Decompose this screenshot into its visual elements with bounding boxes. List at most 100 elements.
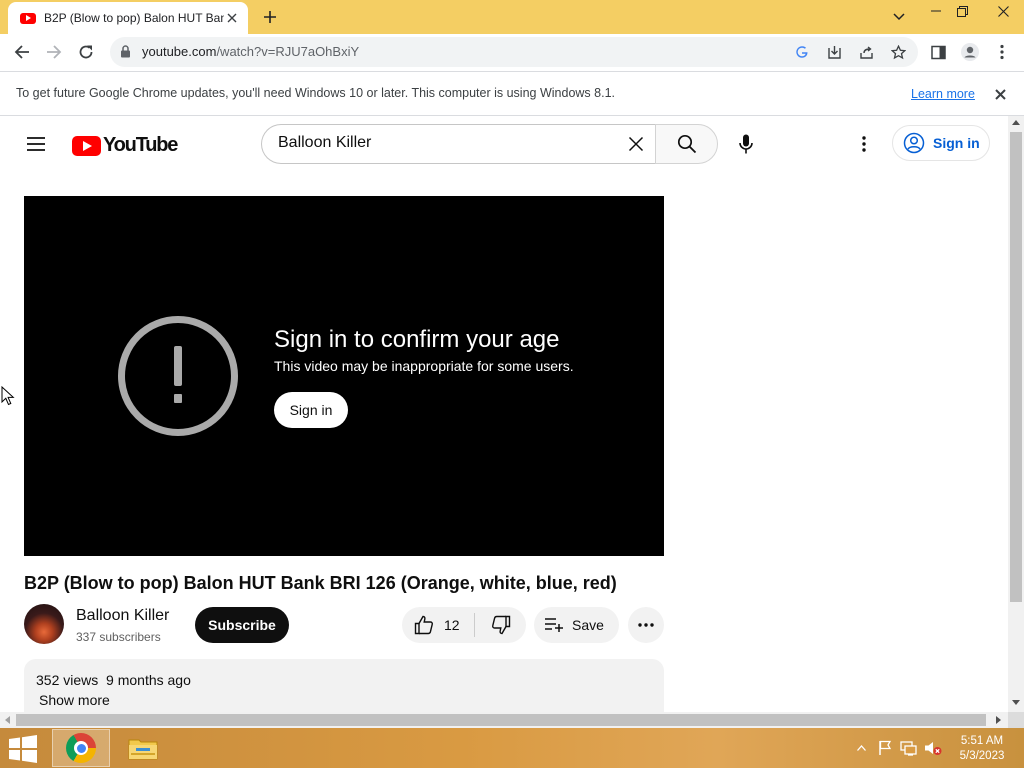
star-icon[interactable] xyxy=(888,42,908,62)
avatar[interactable] xyxy=(24,604,64,644)
window-close-button[interactable] xyxy=(982,0,1024,22)
search-icon xyxy=(677,134,696,154)
file-explorer-icon xyxy=(128,739,158,760)
side-panel-button[interactable] xyxy=(924,38,952,66)
channel-name[interactable]: Balloon Killer xyxy=(76,607,169,625)
scrollbar-corner xyxy=(1008,712,1024,728)
voice-search-button[interactable] xyxy=(728,126,764,162)
clock-date: 5/3/2023 xyxy=(959,750,1005,762)
back-arrow-icon xyxy=(14,45,29,59)
profile-icon xyxy=(961,43,979,61)
search-clear-button[interactable] xyxy=(622,132,650,156)
vertical-scrollbar[interactable] xyxy=(1008,116,1024,712)
windows-taskbar: 5:51 AM 5/3/2023 xyxy=(0,728,1024,768)
system-tray xyxy=(850,728,946,768)
share-icon[interactable] xyxy=(856,42,876,62)
like-button[interactable]: 12 xyxy=(402,607,474,643)
youtube-logo-icon xyxy=(72,135,101,156)
learn-more-link[interactable]: Learn more xyxy=(911,87,975,101)
install-icon[interactable] xyxy=(824,42,844,62)
video-player[interactable]: Sign in to confirm your age This video m… xyxy=(24,196,664,556)
age-gate-subtitle: This video may be inappropriate for some… xyxy=(274,358,574,374)
sign-in-button[interactable]: Sign in xyxy=(892,125,990,161)
save-button[interactable]: Save xyxy=(534,607,619,643)
youtube-page: YouTube Sign in Sign in to confirm your … xyxy=(0,116,1008,712)
horizontal-scrollbar[interactable] xyxy=(0,712,1008,728)
browser-toolbar: youtube.com/watch?v=RJU7aOhBxiY xyxy=(0,34,1024,71)
search-box xyxy=(261,124,655,164)
vertical-scroll-thumb[interactable] xyxy=(1010,132,1022,602)
restore-button[interactable] xyxy=(946,0,978,22)
plus-icon xyxy=(264,11,276,23)
dislike-button[interactable] xyxy=(475,607,526,643)
browser-tab[interactable]: B2P (Blow to pop) Balon HUT Bank BRI 126… xyxy=(8,2,248,34)
youtube-favicon xyxy=(20,12,36,24)
browser-tab-strip: B2P (Blow to pop) Balon HUT Bank BRI 126… xyxy=(0,0,1024,34)
flag-icon[interactable] xyxy=(874,737,896,759)
update-infobar: To get future Google Chrome updates, you… xyxy=(0,71,1024,116)
alert-icon-dot xyxy=(174,394,182,403)
view-count-date: 352 views 9 months ago xyxy=(36,672,191,688)
sign-in-label: Sign in xyxy=(933,135,980,151)
save-label: Save xyxy=(572,617,604,633)
thumbs-up-icon xyxy=(414,615,433,635)
subscriber-count: 337 subscribers xyxy=(76,630,161,644)
scroll-down-arrow[interactable] xyxy=(1012,700,1020,705)
scroll-right-arrow[interactable] xyxy=(996,716,1001,724)
settings-more-button[interactable] xyxy=(850,130,878,158)
youtube-logo[interactable]: YouTube xyxy=(72,134,178,157)
forward-button[interactable] xyxy=(40,38,68,66)
lock-icon xyxy=(121,45,130,58)
subscribe-button[interactable]: Subscribe xyxy=(195,607,289,643)
more-horiz-icon xyxy=(638,623,654,627)
horizontal-scroll-thumb[interactable] xyxy=(16,714,986,726)
taskbar-clock[interactable]: 5:51 AM 5/3/2023 xyxy=(952,734,1012,764)
age-gate-title: Sign in to confirm your age xyxy=(274,326,560,353)
close-icon[interactable] xyxy=(224,10,240,26)
taskbar-chrome[interactable] xyxy=(52,729,110,767)
video-title: B2P (Blow to pop) Balon HUT Bank BRI 126… xyxy=(24,573,617,593)
taskbar-file-explorer[interactable] xyxy=(114,729,172,767)
search-input[interactable] xyxy=(278,134,608,152)
infobar-close-button[interactable] xyxy=(990,84,1010,104)
guide-menu-button[interactable] xyxy=(22,130,50,158)
show-hidden-icons-button[interactable] xyxy=(850,737,872,759)
chrome-icon xyxy=(66,733,96,763)
chrome-menu-button[interactable] xyxy=(988,38,1016,66)
url-text: youtube.com/watch?v=RJU7aOhBxiY xyxy=(142,44,360,59)
tab-search-button[interactable] xyxy=(890,8,908,26)
back-button[interactable] xyxy=(8,38,36,66)
scroll-left-arrow[interactable] xyxy=(5,716,10,724)
close-icon xyxy=(628,136,644,152)
chevron-down-icon xyxy=(893,13,905,21)
alert-icon-bar xyxy=(174,346,182,386)
show-more-link[interactable]: Show more xyxy=(39,692,110,708)
thumbs-down-icon xyxy=(491,615,510,635)
mic-icon xyxy=(739,134,753,154)
like-dislike-group: 12 xyxy=(402,607,526,643)
new-tab-button[interactable] xyxy=(258,6,282,28)
clock-time: 5:51 AM xyxy=(960,735,1004,747)
speaker-muted-icon[interactable] xyxy=(922,737,944,759)
infobar-message: To get future Google Chrome updates, you… xyxy=(16,86,615,100)
address-bar[interactable]: youtube.com/watch?v=RJU7aOhBxiY xyxy=(110,37,918,67)
scroll-up-arrow[interactable] xyxy=(1012,120,1020,125)
network-icon[interactable] xyxy=(898,737,920,759)
youtube-logo-text: YouTube xyxy=(103,134,178,156)
forward-arrow-icon xyxy=(47,45,62,59)
age-gate-sign-in-button[interactable]: Sign in xyxy=(274,392,348,428)
search-button[interactable] xyxy=(655,124,718,164)
windows-logo-icon[interactable] xyxy=(8,735,38,763)
video-more-actions-button[interactable] xyxy=(628,607,664,643)
close-icon xyxy=(994,88,1006,100)
description-box[interactable]: 352 views 9 months ago Show more xyxy=(24,659,664,712)
tab-title: B2P (Blow to pop) Balon HUT Bank BRI 126… xyxy=(44,11,224,25)
account-icon xyxy=(903,132,925,154)
like-count: 12 xyxy=(444,617,460,633)
profile-button[interactable] xyxy=(956,38,984,66)
reload-button[interactable] xyxy=(72,38,100,66)
google-icon[interactable] xyxy=(792,42,812,62)
kebab-icon xyxy=(1000,44,1004,60)
kebab-icon xyxy=(862,136,866,152)
reload-icon xyxy=(79,45,93,59)
